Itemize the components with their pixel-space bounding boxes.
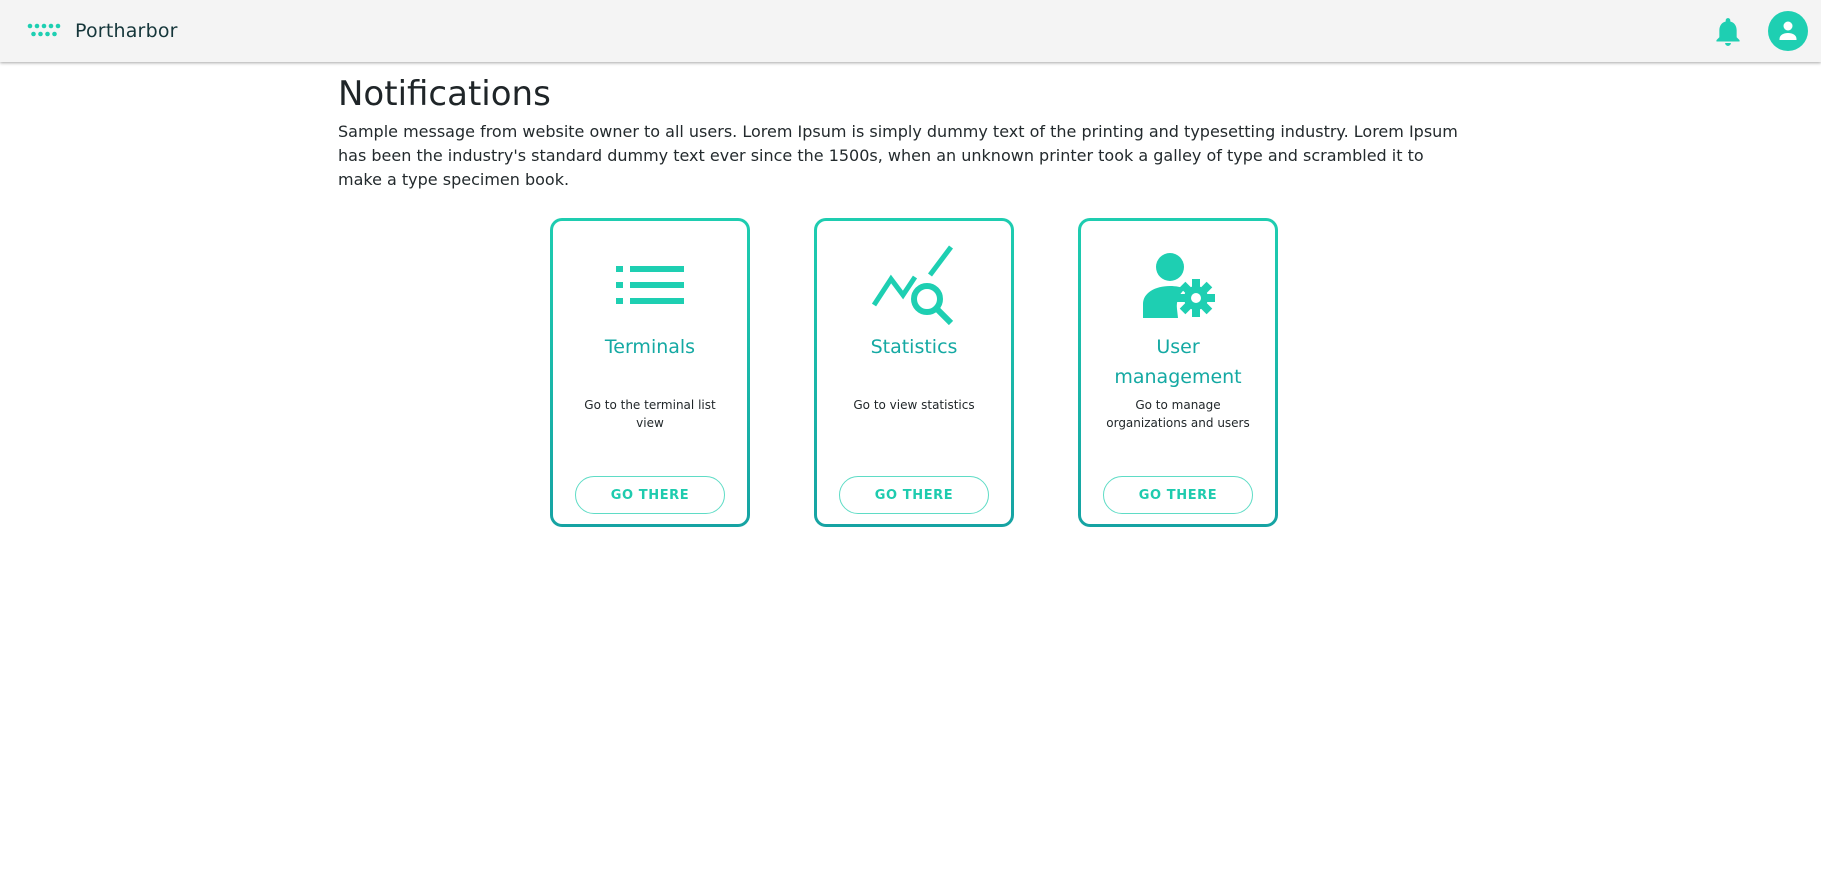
card-terminals: Terminals Go to the terminal list view G… (550, 218, 750, 527)
top-bar: Portharbor (0, 0, 1821, 62)
account-button[interactable] (1768, 11, 1808, 51)
app-name: Portharbor (75, 20, 178, 42)
card-user-management: User management Go to manage organizatio… (1078, 218, 1278, 527)
user-settings-icon (1133, 245, 1223, 325)
statistics-search-icon (869, 245, 959, 325)
card-description: Go to the terminal list view (584, 398, 716, 430)
owner-message: Sample message from website owner to all… (338, 122, 1458, 189)
notifications-button[interactable] (1714, 17, 1742, 47)
card-title: Terminals (604, 336, 696, 358)
card-statistics: Statistics Go to view statistics GO THER… (814, 218, 1014, 527)
card-title: User management (1114, 336, 1242, 388)
card-description: Go to manage organizations and users (1106, 398, 1250, 430)
user-management-go-there-button[interactable]: GO THERE (1103, 476, 1253, 514)
navigation-cards: Terminals Go to the terminal list view G… (550, 218, 1278, 528)
statistics-go-there-button[interactable]: GO THERE (839, 476, 989, 514)
dots-logo-icon (27, 23, 61, 37)
card-title: Statistics (870, 336, 958, 358)
card-description: Go to view statistics (853, 398, 975, 412)
main-content: Notifications Sample message from websit… (338, 70, 1458, 192)
bell-icon (1716, 18, 1740, 46)
terminals-go-there-button[interactable]: GO THERE (575, 476, 725, 514)
page-title: Notifications (338, 74, 551, 114)
user-avatar-icon (1779, 21, 1797, 40)
brand-logo[interactable]: Portharbor (27, 17, 178, 45)
list-icon (605, 245, 695, 325)
